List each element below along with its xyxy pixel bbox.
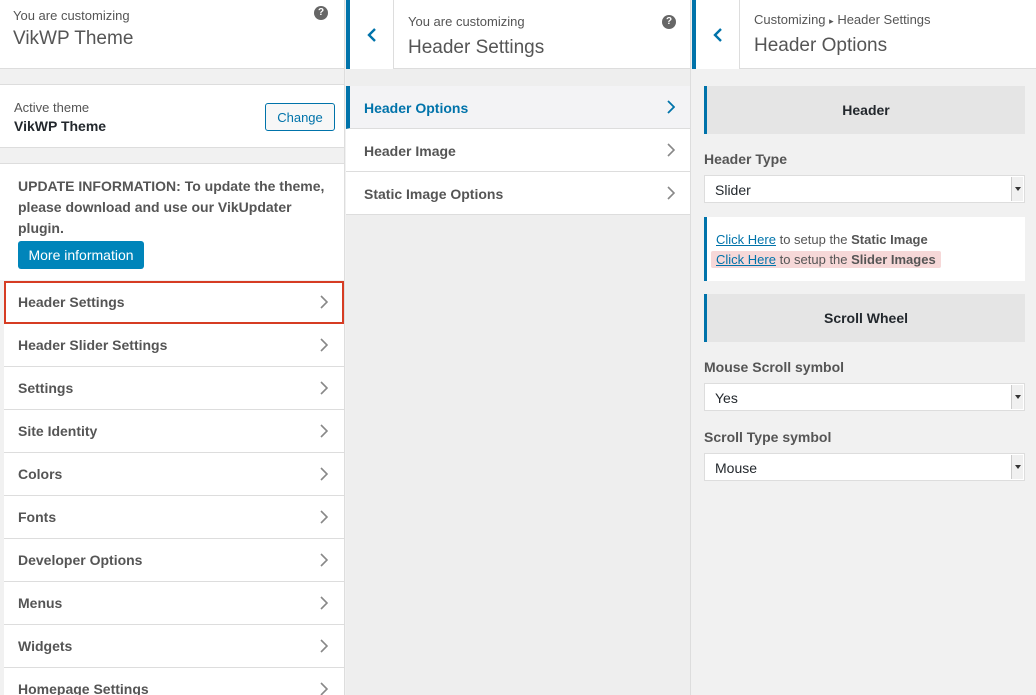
header-settings-list: Header Options Header Image Static Image… [346,86,690,215]
breadcrumb: Customizing ▸ Header Settings [754,12,931,27]
panel-header: You are customizing Header Settings ? [346,0,690,69]
header-type-select[interactable]: Slider [704,175,1025,203]
scroll-wheel-section-title: Scroll Wheel [704,294,1025,342]
dropdown-arrow-icon [1011,177,1023,201]
change-theme-button[interactable]: Change [265,103,335,131]
chevron-right-icon [320,467,328,481]
menu-item-header-settings[interactable]: Header Settings [4,281,344,324]
chevron-right-icon [320,596,328,610]
menu-item-fonts[interactable]: Fonts [4,496,344,539]
menu-item-label: Settings [18,380,74,396]
scroll-type-label: Scroll Type symbol [704,429,832,445]
header-type-label: Header Type [704,151,787,167]
header-options-panel: Customizing ▸ Header Settings Header Opt… [692,0,1036,695]
customizer-main-panel: You are customizing VikWP Theme ? Active… [0,0,345,695]
menu-item-label: Header Settings [18,294,125,310]
help-icon[interactable]: ? [314,6,328,20]
section-item-label: Header Options [364,100,469,116]
customizing-label: You are customizing [408,14,525,29]
panel-header: Customizing ▸ Header Settings Header Opt… [692,0,1036,69]
active-theme-name: VikWP Theme [14,118,107,134]
static-image-click-here-link[interactable]: Click Here [716,232,776,247]
panel-title: Header Settings [408,37,545,58]
info-bold-text: Static Image [851,232,928,247]
mouse-scroll-select[interactable]: Yes [704,383,1025,411]
chevron-right-icon [320,682,328,695]
dropdown-arrow-icon [1011,455,1023,479]
customizer-menu: Header Settings Header Slider Settings S… [4,281,344,695]
menu-item-label: Header Slider Settings [18,337,168,353]
panel-header: You are customizing VikWP Theme ? [0,0,344,69]
mouse-scroll-label: Mouse Scroll symbol [704,359,845,375]
chevron-right-icon [667,186,675,200]
menu-item-label: Developer Options [18,552,143,568]
update-information-text: UPDATE INFORMATION: To update the theme,… [18,178,325,236]
header-info-box: Click Here to setup the Static Image Cli… [704,217,1025,281]
selected-value: Mouse [715,460,758,476]
slider-images-click-here-link[interactable]: Click Here [716,252,776,267]
section-item-static-image-options[interactable]: Static Image Options [346,172,690,215]
selected-value: Slider [715,182,751,198]
breadcrumb-root: Customizing [754,12,826,27]
menu-item-label: Site Identity [18,423,98,439]
chevron-left-icon [366,27,376,42]
header-settings-panel: You are customizing Header Settings ? He… [346,0,691,695]
section-item-header-image[interactable]: Header Image [346,129,690,172]
chevron-right-icon [320,295,328,309]
menu-item-menus[interactable]: Menus [4,582,344,625]
selected-value: Yes [715,390,738,406]
breadcrumb-separator: ▸ [829,16,834,26]
menu-item-homepage-settings[interactable]: Homepage Settings [4,668,344,695]
more-information-button[interactable]: More information [18,241,144,269]
menu-item-settings[interactable]: Settings [4,367,344,410]
chevron-right-icon [320,639,328,653]
back-button[interactable] [692,0,740,69]
chevron-right-icon [320,424,328,438]
chevron-right-icon [667,100,675,114]
panel-title: Header Options [754,35,888,56]
back-button[interactable] [346,0,394,69]
info-text: to setup the [775,232,852,247]
menu-item-label: Menus [18,595,63,611]
active-theme-label: Active theme [14,100,90,115]
chevron-left-icon [712,27,722,42]
chevron-right-icon [320,553,328,567]
static-image-info-line: Click Here to setup the Static Image [716,232,928,247]
menu-item-colors[interactable]: Colors [4,453,344,496]
menu-item-label: Widgets [18,638,73,654]
update-information-box: UPDATE INFORMATION: To update the theme,… [0,163,344,280]
menu-item-label: Homepage Settings [18,681,149,695]
info-bold-text: Slider Images [851,252,936,267]
active-theme-section: Active theme VikWP Theme Change [0,84,344,148]
menu-item-site-identity[interactable]: Site Identity [4,410,344,453]
section-item-label: Header Image [364,143,456,159]
section-item-label: Static Image Options [364,186,504,202]
dropdown-arrow-icon [1011,385,1023,409]
chevron-right-icon [667,143,675,157]
section-item-header-options[interactable]: Header Options [346,86,690,129]
info-text: to setup the [775,252,852,267]
chevron-right-icon [320,510,328,524]
help-icon[interactable]: ? [662,15,676,29]
menu-item-label: Fonts [18,509,57,525]
header-section-title: Header [704,86,1025,134]
breadcrumb-current: Header Settings [837,12,931,27]
menu-item-widgets[interactable]: Widgets [4,625,344,668]
customizing-label: You are customizing [13,8,130,23]
chevron-right-icon [320,338,328,352]
menu-item-developer-options[interactable]: Developer Options [4,539,344,582]
slider-images-info-line: Click Here to setup the Slider Images [711,251,941,268]
panel-title: VikWP Theme [13,28,134,49]
menu-item-label: Colors [18,466,63,482]
chevron-right-icon [320,381,328,395]
menu-item-header-slider-settings[interactable]: Header Slider Settings [4,324,344,367]
scroll-type-select[interactable]: Mouse [704,453,1025,481]
